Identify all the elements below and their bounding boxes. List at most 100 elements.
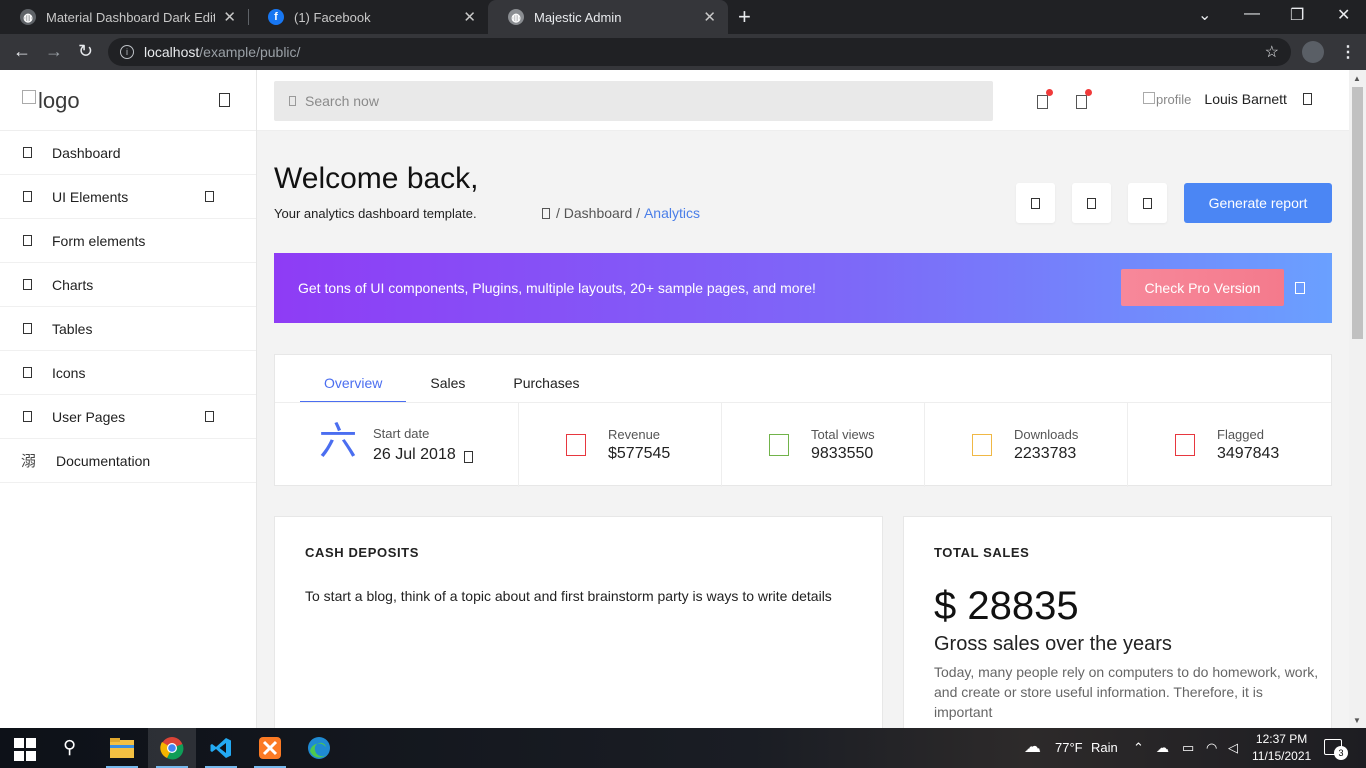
vscode-icon[interactable] — [197, 728, 245, 768]
chevron-up-icon[interactable]: ⌃ — [1133, 740, 1144, 756]
chrome-icon[interactable] — [148, 728, 196, 768]
notification-count: 3 — [1334, 746, 1348, 760]
tab-overview[interactable]: Overview — [300, 355, 407, 403]
more-icon[interactable] — [1302, 93, 1312, 105]
close-tab-icon[interactable]: ✕ — [703, 8, 716, 26]
search-input[interactable] — [305, 93, 905, 109]
browser-tab-active[interactable]: ◍ Majestic Admin ✕ — [488, 0, 728, 34]
sidebar-item-user-pages[interactable]: User Pages — [0, 395, 256, 439]
scroll-up-icon[interactable]: ▲ — [1353, 74, 1361, 83]
edge-icon[interactable] — [295, 728, 343, 768]
system-clock[interactable]: 12:37 PM 11/15/2021 — [1252, 731, 1311, 765]
xampp-icon[interactable] — [246, 728, 294, 768]
logo[interactable]: logo — [22, 88, 80, 114]
stat-value: 9833550 — [811, 445, 874, 462]
weather-temp[interactable]: 77°F — [1055, 740, 1083, 755]
windows-start-icon[interactable] — [14, 738, 38, 762]
new-tab-icon[interactable]: + — [738, 4, 751, 30]
tab-title: Material Dashboard Dark Edition — [46, 9, 216, 25]
tab-title: Majestic Admin — [534, 9, 622, 25]
wifi-icon[interactable]: ◠ — [1206, 740, 1217, 756]
documentation-icon: 溺 — [21, 453, 37, 470]
profile-avatar-icon[interactable] — [1302, 41, 1324, 63]
close-icon[interactable] — [1295, 282, 1305, 294]
sidebar-item-charts[interactable]: Charts — [0, 263, 256, 307]
stat-label: Flagged — [1217, 427, 1264, 442]
weather-text[interactable]: Rain — [1091, 740, 1118, 755]
check-pro-button[interactable]: Check Pro Version — [1121, 269, 1284, 306]
chevron-right-icon — [205, 191, 214, 202]
search-icon[interactable]: ⚲ — [63, 737, 87, 761]
promo-banner: Get tons of UI components, Plugins, mult… — [274, 253, 1332, 323]
tab-sales[interactable]: Sales — [406, 355, 489, 403]
flag-icon — [1175, 434, 1195, 456]
tab-purchases[interactable]: Purchases — [489, 355, 603, 403]
promo-text: Get tons of UI components, Plugins, mult… — [298, 280, 816, 296]
clock-date: 11/15/2021 — [1252, 749, 1312, 763]
breadcrumb: / Dashboard / Analytics — [542, 205, 700, 221]
dashboard-icon — [23, 147, 32, 158]
close-window-icon[interactable]: ✕ — [1337, 5, 1350, 25]
card-title: TOTAL SALES — [934, 545, 1030, 560]
notification-center-icon[interactable]: 3 — [1324, 739, 1348, 760]
chart-icon — [23, 279, 32, 290]
battery-icon[interactable]: ▭ — [1182, 740, 1194, 756]
address-bar[interactable]: i localhost/example/public/ ☆ — [108, 38, 1291, 66]
scrollbar-thumb[interactable] — [1352, 87, 1363, 339]
browser-menu-icon[interactable]: ⋮ — [1340, 42, 1356, 62]
stat-value-wrapper[interactable]: 26 Jul 2018 — [373, 446, 473, 464]
views-icon — [769, 434, 789, 456]
stat-value: $577545 — [608, 445, 671, 462]
stats-card: Overview Sales Purchases 六 Start date 26… — [274, 354, 1332, 487]
print-button[interactable] — [1072, 183, 1111, 223]
back-icon[interactable]: ← — [13, 41, 31, 62]
stats-tabs: Overview Sales Purchases — [300, 355, 604, 403]
profile-menu[interactable]: profile Louis Barnett — [1143, 91, 1312, 107]
cash-deposits-card: CASH DEPOSITS To start a blog, think of … — [274, 516, 883, 728]
sidebar-item-label: User Pages — [52, 408, 126, 425]
sidebar-item-dashboard[interactable]: Dashboard — [0, 131, 256, 175]
onedrive-icon[interactable]: ☁ — [1156, 740, 1169, 756]
weather-rain-icon[interactable]: ☁ — [1024, 737, 1041, 757]
mail-icon[interactable] — [1037, 89, 1053, 109]
reload-icon[interactable]: ↻ — [78, 41, 93, 62]
site-info-icon[interactable]: i — [120, 45, 134, 59]
forward-icon[interactable]: → — [45, 41, 63, 62]
scroll-down-icon[interactable]: ▼ — [1353, 716, 1361, 725]
restore-icon[interactable]: ❐ — [1290, 5, 1304, 25]
file-explorer-icon[interactable] — [98, 728, 146, 768]
bell-icon[interactable] — [1076, 89, 1092, 109]
browser-tab[interactable]: f (1) Facebook ✕ — [248, 0, 488, 34]
search-bar[interactable] — [274, 81, 993, 121]
browser-tab[interactable]: ◍ Material Dashboard Dark Edition ✕ — [0, 0, 248, 34]
chevron-right-icon — [205, 411, 214, 422]
generate-report-button[interactable]: Generate report — [1184, 183, 1332, 223]
table-icon — [23, 323, 32, 334]
sidebar-item-documentation[interactable]: 溺 Documentation — [0, 439, 256, 483]
home-icon[interactable] — [542, 207, 550, 219]
sidebar-item-icons[interactable]: Icons — [0, 351, 256, 395]
sidebar-item-tables[interactable]: Tables — [0, 307, 256, 351]
sidebar-item-label: Charts — [52, 276, 94, 293]
tab-search-icon[interactable]: ⌄ — [1198, 5, 1211, 25]
download-icon — [972, 434, 992, 456]
ui-elements-icon — [23, 191, 32, 202]
bookmark-star-icon[interactable]: ☆ — [1265, 42, 1279, 62]
sidebar-item-ui-elements[interactable]: UI Elements — [0, 175, 256, 219]
minimize-icon[interactable]: — — [1244, 5, 1260, 23]
page-scrollbar[interactable]: ▲ ▼ — [1349, 70, 1366, 728]
download-button[interactable] — [1128, 183, 1167, 223]
volume-icon[interactable]: ◁ — [1228, 740, 1238, 756]
breadcrumb-dashboard[interactable]: Dashboard — [564, 205, 633, 221]
close-tab-icon[interactable]: ✕ — [223, 8, 236, 26]
page-subtitle: Your analytics dashboard template. — [274, 206, 477, 221]
sidebar-toggle-icon[interactable] — [219, 93, 230, 107]
form-icon — [23, 235, 32, 246]
sales-heading: Gross sales over the years — [934, 633, 1172, 655]
stat-label: Revenue — [608, 427, 661, 442]
close-tab-icon[interactable]: ✕ — [463, 8, 476, 26]
stat-value: 3497843 — [1217, 445, 1280, 462]
breadcrumb-analytics[interactable]: Analytics — [644, 205, 700, 221]
share-button[interactable] — [1016, 183, 1055, 223]
sidebar-item-form-elements[interactable]: Form elements — [0, 219, 256, 263]
